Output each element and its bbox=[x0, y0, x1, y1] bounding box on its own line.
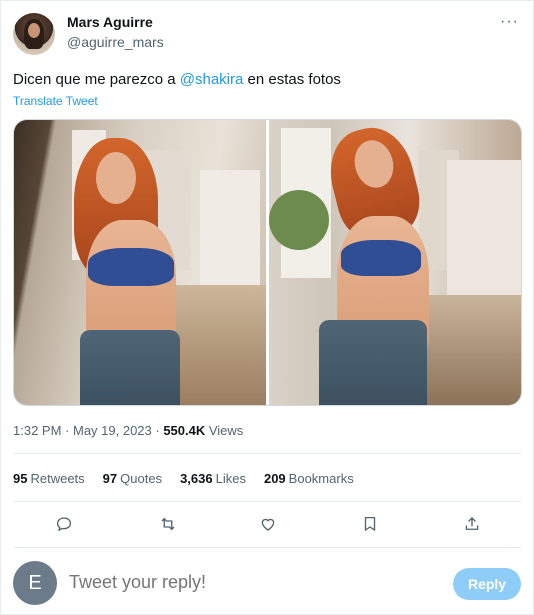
tweet-card: Mars Aguirre @aguirre_mars ··· Dicen que… bbox=[0, 0, 534, 615]
share-icon[interactable] bbox=[459, 511, 485, 537]
divider bbox=[13, 453, 521, 454]
divider bbox=[13, 547, 521, 548]
reply-icon[interactable] bbox=[51, 511, 77, 537]
author-name[interactable]: Mars Aguirre bbox=[67, 14, 153, 30]
author-avatar[interactable] bbox=[13, 13, 55, 55]
mention-link[interactable]: @shakira bbox=[180, 71, 244, 88]
reply-avatar: E bbox=[13, 561, 57, 605]
tweet-text: Dicen que me parezco a @shakira en estas… bbox=[13, 71, 341, 88]
more-options-icon[interactable]: ··· bbox=[500, 13, 519, 31]
tweet-time[interactable]: 1:32 PM bbox=[13, 423, 61, 438]
tweet-text-before: Dicen que me parezco a bbox=[13, 71, 180, 88]
reply-input[interactable] bbox=[69, 572, 429, 593]
photo-2[interactable] bbox=[269, 120, 521, 405]
views-label: Views bbox=[205, 423, 244, 438]
media-grid bbox=[13, 119, 522, 406]
tweet-text-after: en estas fotos bbox=[243, 71, 341, 88]
tweet-date[interactable]: May 19, 2023 bbox=[73, 423, 152, 438]
stat-quotes[interactable]: 97 Quotes bbox=[103, 471, 162, 486]
divider bbox=[13, 501, 521, 502]
bookmark-icon[interactable] bbox=[357, 511, 383, 537]
tweet-meta: 1:32 PM · May 19, 2023 · 550.4K Views bbox=[13, 423, 243, 438]
photo-1[interactable] bbox=[14, 120, 266, 405]
translate-tweet-link[interactable]: Translate Tweet bbox=[13, 94, 98, 108]
author-handle[interactable]: @aguirre_mars bbox=[67, 34, 164, 50]
meta-separator: · bbox=[61, 423, 73, 438]
stat-bookmarks[interactable]: 209 Bookmarks bbox=[264, 471, 354, 486]
views-count: 550.4K bbox=[163, 423, 206, 438]
stat-likes[interactable]: 3,636 Likes bbox=[180, 471, 246, 486]
engagement-stats: 95 Retweets 97 Quotes 3,636 Likes 209 Bookma… bbox=[13, 471, 354, 486]
like-icon[interactable] bbox=[255, 511, 281, 537]
stat-retweets[interactable]: 95 Retweets bbox=[13, 471, 85, 486]
retweet-icon[interactable] bbox=[155, 511, 181, 537]
meta-separator: · bbox=[151, 423, 164, 438]
action-bar bbox=[1, 511, 534, 537]
reply-button[interactable]: Reply bbox=[453, 568, 521, 600]
